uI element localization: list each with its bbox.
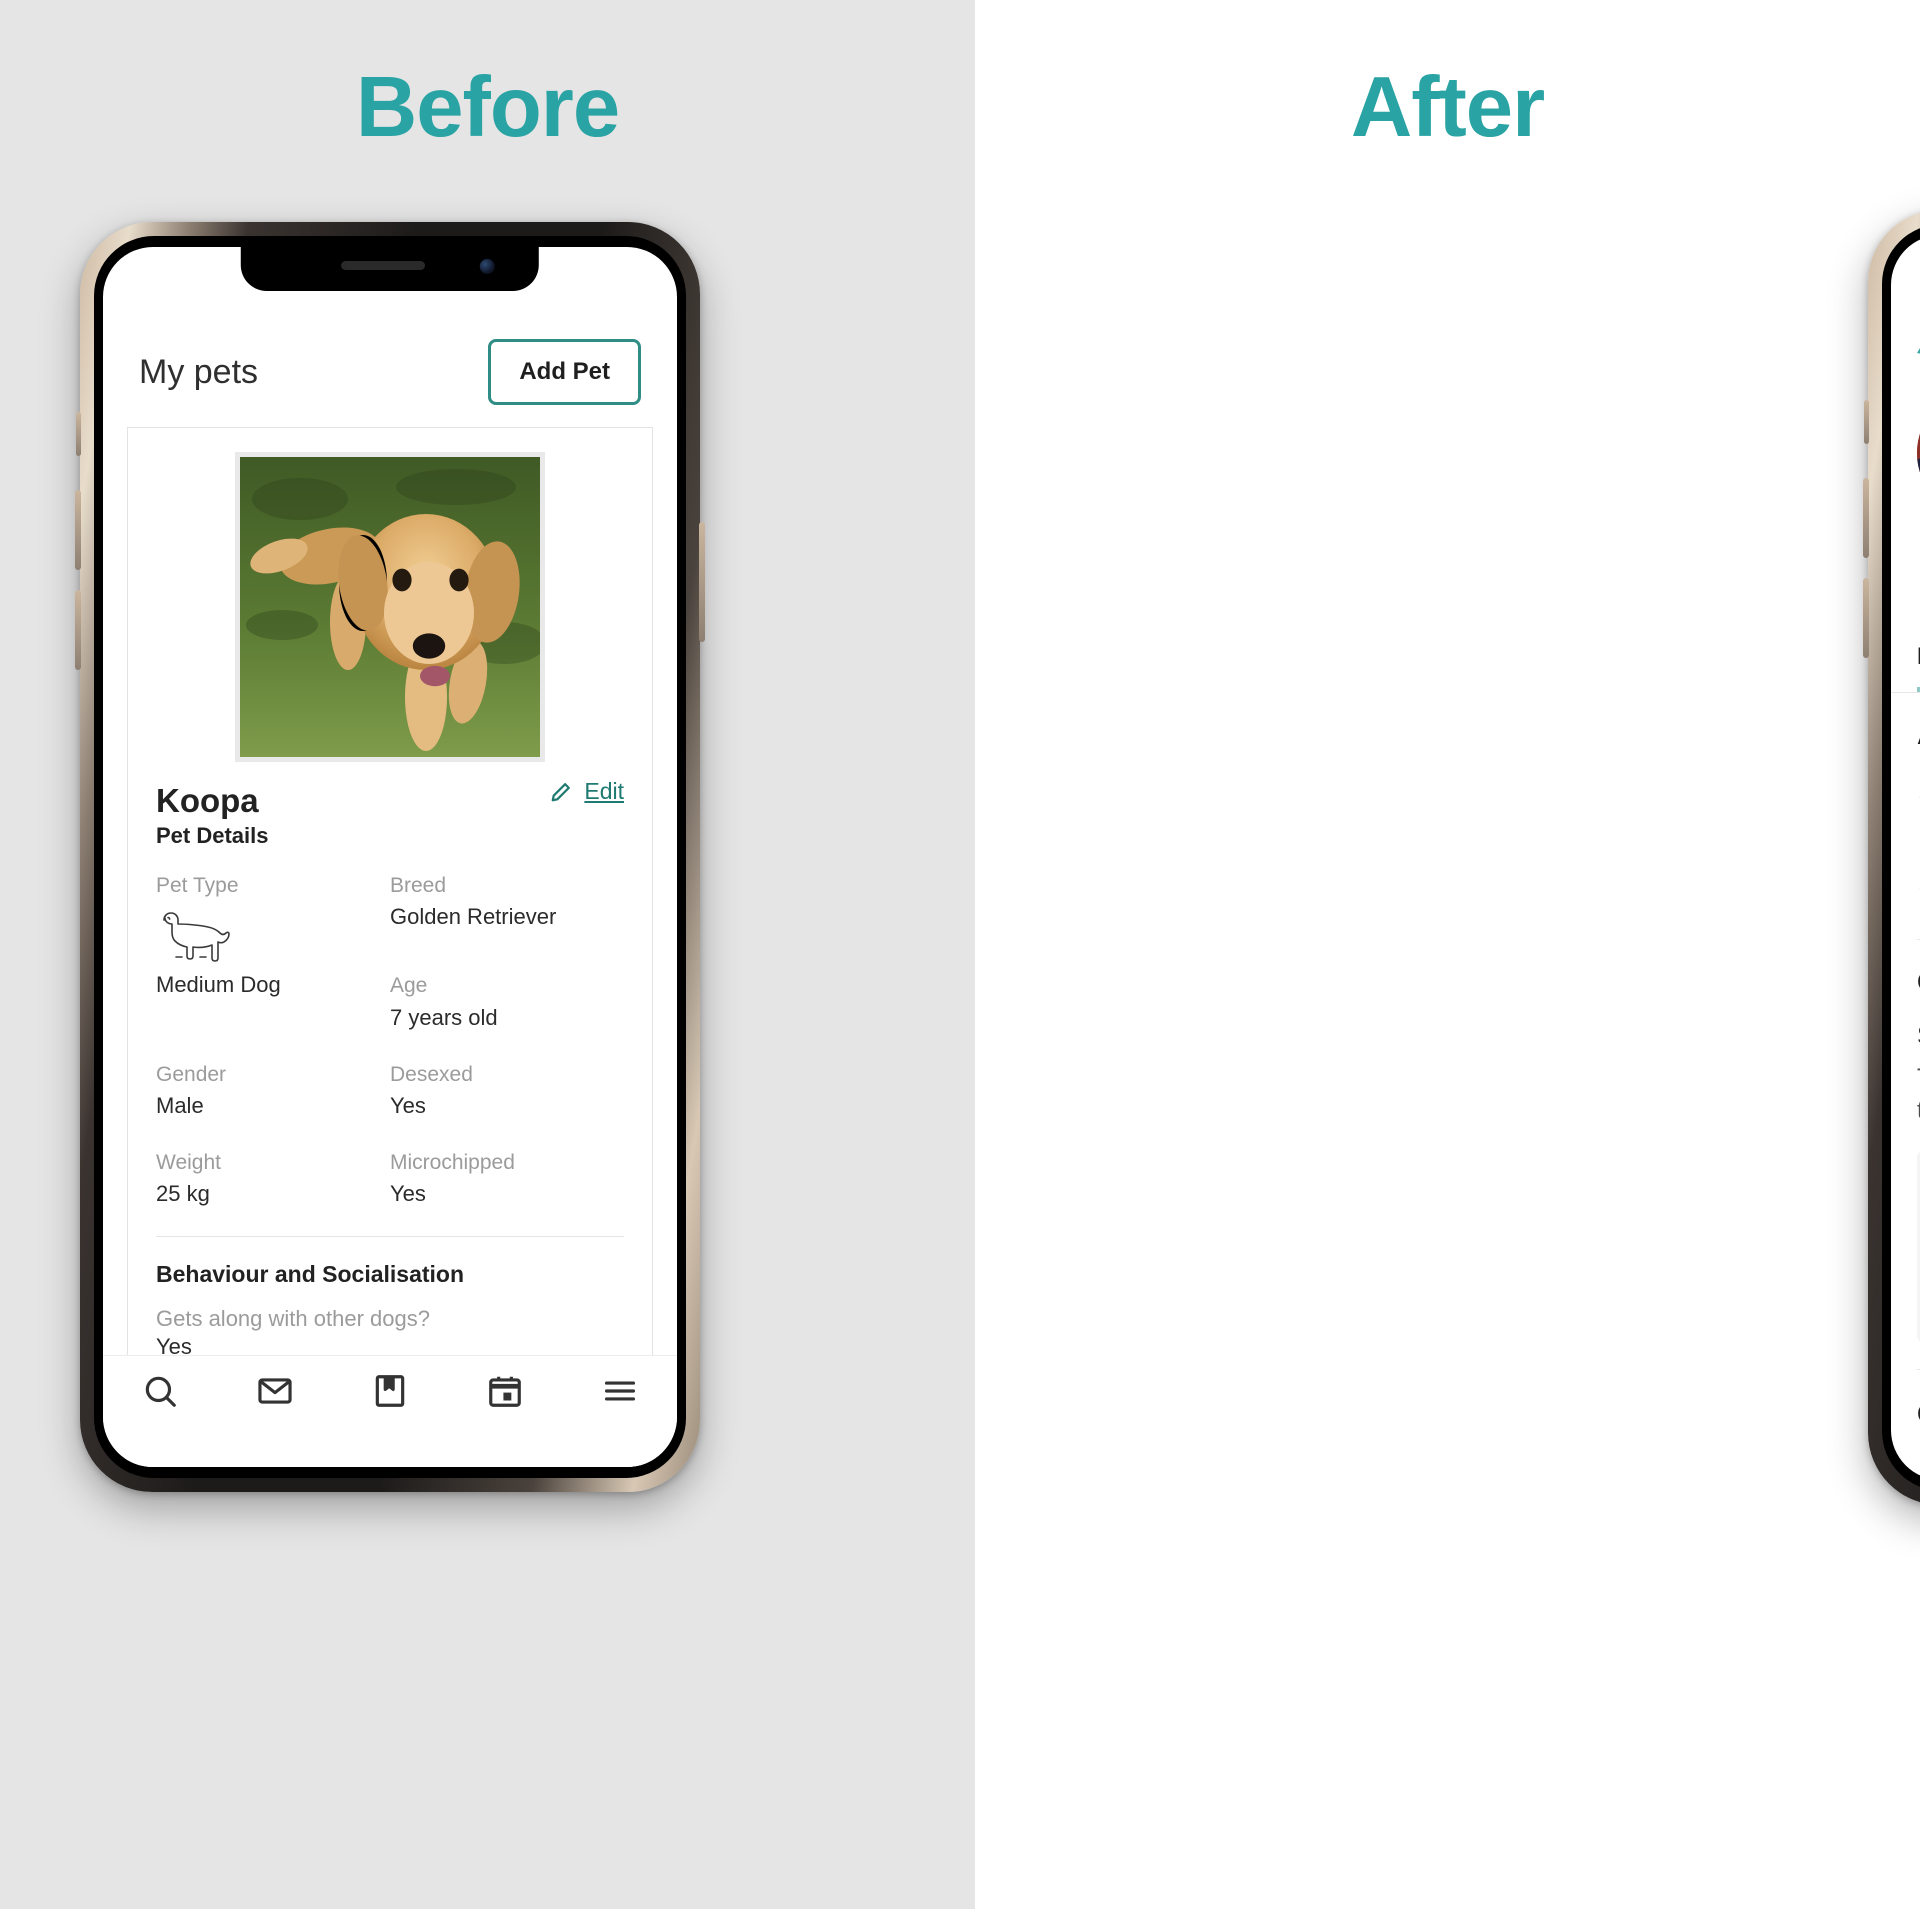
field-breed: Breed Golden Retriever Age 7 years old: [390, 871, 624, 1034]
field-desexed: Desexed Yes: [390, 1060, 624, 1122]
hamburger-icon[interactable]: [601, 1372, 639, 1410]
phone-bezel-after: MAD paws Become a Sitt: [1882, 224, 1920, 1491]
earpiece-speaker: [341, 261, 426, 270]
comparison-stage: Before My pets Add Pet Koopa Pet Details…: [0, 0, 1920, 1909]
my-pets-page: My pets Add Pet Koopa Pet Details Edit P…: [103, 247, 677, 1467]
field-value: Medium Dog: [156, 972, 281, 998]
pencil-icon: [550, 781, 572, 803]
page-title: My pets: [139, 352, 259, 391]
pet-profile-header: Harry Terrier, 3 years Small male (1 - 1…: [1891, 375, 1920, 581]
field-label: Age: [390, 974, 428, 998]
phone-side-button-volume-down: [1863, 578, 1869, 658]
pet-profile-page: MAD paws Become a Sitt: [1891, 235, 1920, 1480]
profile-updated-text: Profile updated: 10 November 2022: [1891, 581, 1920, 619]
pet-details-grid: Pet Type Medium Dog Breed Golden Retriev…: [128, 849, 652, 1210]
pet-name-row: Koopa Pet Details Edit: [128, 772, 652, 849]
field-label: Microchipped: [390, 1150, 515, 1174]
phone-side-button-volume-up: [75, 490, 81, 570]
app-topbar: MAD paws Become a Sitt: [1891, 235, 1920, 375]
before-panel: Before My pets Add Pet Koopa Pet Details…: [0, 0, 975, 1909]
pet-card: Koopa Pet Details Edit Pet Type Medium D…: [127, 427, 653, 1467]
phone-mockup-before: My pets Add Pet Koopa Pet Details Edit P…: [75, 222, 705, 1492]
field-value: Yes: [390, 1181, 426, 1207]
pet-details-label: Pet Details: [156, 822, 269, 848]
field-value: 25 kg: [156, 1181, 210, 1207]
field-weight: Weight 25 kg: [156, 1148, 390, 1210]
behaviour-section-title: Behaviour and Socialisation: [156, 1261, 465, 1288]
field-label: Weight: [156, 1150, 221, 1174]
field-value: Yes: [390, 1093, 426, 1119]
after-panel: After: [975, 0, 1920, 1909]
key-info-content: About Ollie Toilet trained: [1891, 693, 1920, 1480]
front-camera-icon: [480, 259, 496, 274]
before-heading: Before: [355, 60, 620, 155]
mail-icon[interactable]: [256, 1372, 294, 1410]
calendar-icon[interactable]: [486, 1372, 524, 1410]
pet-photo-wrapper: [128, 428, 652, 772]
field-label: Desexed: [390, 1062, 473, 1086]
phone-mockup-after: MAD paws Become a Sitt: [1863, 210, 1920, 1505]
phone-side-button-volume-up: [1863, 478, 1869, 558]
phone-side-button-mute: [1864, 400, 1869, 444]
field-value: Golden Retriever: [390, 904, 557, 930]
field-pet-type: Pet Type Medium Dog: [156, 871, 390, 1034]
bookmark-icon[interactable]: [371, 1372, 409, 1410]
edit-pet-label: Edit: [584, 778, 624, 804]
field-label: Breed: [390, 873, 447, 897]
after-heading: After: [1350, 60, 1545, 155]
field-value: Male: [156, 1093, 204, 1119]
screen-after: MAD paws Become a Sitt: [1891, 235, 1920, 1480]
screen-before: My pets Add Pet Koopa Pet Details Edit P…: [103, 247, 677, 1467]
bottom-navigation-bar: [103, 1355, 677, 1467]
phone-side-button-power: [699, 522, 705, 642]
field-gender: Gender Male: [156, 1060, 390, 1122]
dog-outline-icon: [156, 909, 236, 963]
search-icon[interactable]: [141, 1372, 179, 1410]
field-label: Gender: [156, 1062, 227, 1086]
phone-notch: [240, 247, 540, 291]
phone-side-button-volume-down: [75, 590, 81, 670]
phone-side-button-mute: [76, 412, 81, 456]
phone-bezel-before: My pets Add Pet Koopa Pet Details Edit P…: [94, 236, 686, 1478]
field-microchipped: Microchipped Yes: [390, 1148, 624, 1210]
field-label: Pet Type: [156, 873, 239, 897]
pet-photo: [235, 452, 545, 762]
edit-pet-link[interactable]: Edit: [550, 778, 624, 805]
add-pet-button[interactable]: Add Pet: [488, 339, 641, 405]
profile-tabs: Key info Behaviour Walks Meals Health Ho: [1891, 619, 1920, 694]
behaviour-question-dogs: Gets along with other dogs?: [156, 1306, 430, 1332]
field-value: 7 years old: [390, 1004, 498, 1030]
